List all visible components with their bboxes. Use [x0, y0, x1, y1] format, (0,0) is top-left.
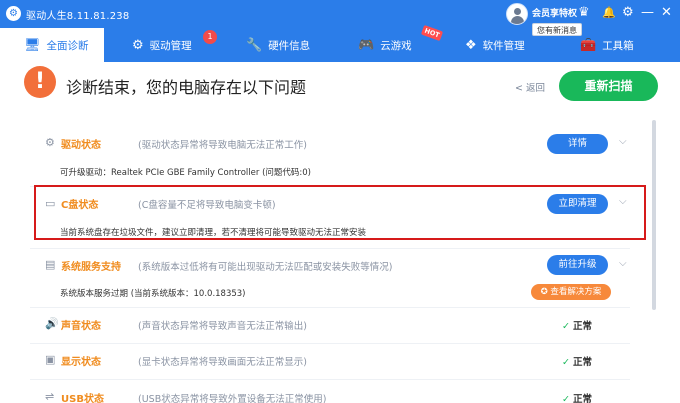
divider: [30, 307, 630, 308]
row-desc-driver-status: (驱动状态异常将导致电脑无法正常工作): [138, 140, 307, 151]
warning-icon: !: [24, 66, 56, 98]
gamepad-icon: 🎮: [358, 37, 375, 53]
status-badge: ✓ 正常: [562, 357, 592, 368]
driver-gear-icon: ⚙: [45, 136, 55, 149]
check-icon: ✓: [562, 394, 570, 403]
row-sub-system-service: 系统版本服务过期 (当前系统版本：10.0.18353): [60, 289, 246, 299]
tab-label: 全面诊断: [46, 39, 89, 52]
tab-hardware-info[interactable]: 🔧 硬件信息: [246, 28, 310, 62]
row-sub-driver-status: 可升级驱动：Realtek PCIe GBE Family Controller…: [60, 168, 311, 178]
rescan-button[interactable]: 重新扫描: [559, 71, 658, 101]
view-solution-button[interactable]: ✪ 查看解决方案: [531, 284, 611, 300]
tab-software-management[interactable]: ❖ 软件管理: [465, 28, 525, 62]
chevron-down-icon[interactable]: ⌵: [619, 258, 627, 269]
disk-icon: ▭: [45, 197, 56, 210]
check-icon: ✓: [562, 321, 570, 332]
row-desc-display-status: (显卡状态异常将导致画面无法正常显示): [138, 357, 307, 368]
row-title-usb-status: USB状态: [61, 394, 104, 403]
bell-icon[interactable]: 🔔: [602, 5, 616, 21]
row-desc-disk-status: (C盘容量不足将导致电脑变卡顿): [138, 200, 276, 211]
tab-label: 驱动管理: [149, 39, 192, 52]
row-title-driver-status: 驱动状态: [61, 140, 101, 151]
row-desc-usb-status: (USB状态异常将导致外置设备无法正常使用): [138, 394, 327, 403]
row-desc-system-service: (系统版本过低将有可能出现驱动无法匹配或安装失败等情况): [138, 262, 393, 273]
status-badge: ✓ 正常: [562, 394, 592, 403]
avatar[interactable]: [506, 3, 528, 25]
gear-icon[interactable]: ⚙: [622, 5, 634, 21]
clean-now-button[interactable]: 立即清理: [547, 194, 608, 214]
tab-cloud-gaming[interactable]: 🎮 云游戏: [358, 28, 412, 62]
divider: [30, 343, 630, 344]
row-title-sound-status: 声音状态: [61, 321, 101, 332]
monitor-icon: 🖥: [24, 37, 41, 53]
scrollbar[interactable]: [652, 120, 656, 310]
driver-update-badge: 1: [203, 30, 217, 44]
upgrade-button[interactable]: 前往升级: [547, 255, 608, 275]
check-icon: ✓: [562, 357, 570, 368]
tab-full-diagnosis[interactable]: 🖥 全面诊断: [0, 28, 104, 62]
tab-toolbox[interactable]: 🧰 工具箱: [580, 28, 634, 62]
tab-label: 云游戏: [380, 39, 412, 52]
new-message-tooltip[interactable]: 您有新消息: [532, 23, 582, 36]
back-link[interactable]: < 返回: [515, 80, 545, 94]
tab-driver-management[interactable]: ⚙ 驱动管理: [132, 28, 192, 62]
details-button[interactable]: 详情: [547, 134, 608, 154]
divider: [30, 379, 630, 380]
chevron-down-icon[interactable]: ⌵: [619, 136, 627, 147]
usb-icon: ⇌: [45, 390, 55, 403]
wrench-icon: 🔧: [246, 37, 263, 53]
tab-label: 工具箱: [602, 39, 634, 52]
member-privilege-link[interactable]: 会员享特权: [532, 6, 577, 19]
chevron-down-icon[interactable]: ⌵: [619, 196, 627, 207]
gear-icon: ⚙: [132, 37, 144, 53]
tab-label: 软件管理: [482, 39, 525, 52]
status-badge: ✓ 正常: [562, 321, 592, 332]
tab-label: 硬件信息: [268, 39, 311, 52]
row-desc-sound-status: (声音状态异常将导致声音无法正常输出): [138, 321, 307, 332]
system-service-icon: ▤: [45, 258, 56, 271]
row-title-system-service: 系统服务支持: [61, 262, 121, 273]
crown-icon[interactable]: ♛: [578, 5, 590, 21]
app-title: 驱动人生8.11.81.238: [26, 11, 130, 22]
app-logo-icon: ⚙: [6, 6, 21, 21]
row-title-disk-status: C盘状态: [61, 200, 99, 211]
toolbox-icon: 🧰: [580, 37, 597, 53]
close-icon[interactable]: ✕: [661, 5, 672, 21]
display-icon: ▣: [45, 353, 56, 366]
page-title: 诊断结束，您的电脑存在以下问题: [66, 78, 307, 97]
row-sub-disk-status: 当前系统盘存在垃圾文件，建议立即清理，若不清理将可能导致驱动无法正常安装: [60, 228, 367, 238]
row-title-display-status: 显示状态: [61, 357, 101, 368]
apps-icon: ❖: [465, 37, 477, 53]
minimize-icon[interactable]: —: [641, 5, 654, 21]
divider: [30, 248, 630, 249]
speaker-icon: 🔊: [45, 317, 59, 330]
